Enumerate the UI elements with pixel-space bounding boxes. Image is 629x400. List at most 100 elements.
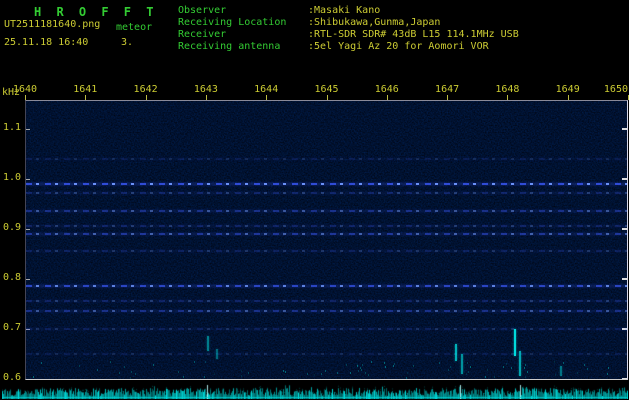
info-label: Receiver: [178, 29, 227, 40]
time-tick-label: 1643: [193, 84, 218, 95]
noise-dot: [467, 371, 469, 374]
noise-dot: [357, 364, 359, 367]
noise-dot: [109, 361, 111, 364]
noise-dot: [40, 361, 42, 364]
time-tick: [507, 95, 509, 100]
info-value: :Masaki Kano: [308, 5, 381, 16]
noise-dot: [524, 363, 526, 366]
noise-dot: [204, 375, 206, 378]
freq-tick-label: 1.0: [3, 171, 22, 183]
output-filename: UT2511181640.png: [4, 19, 101, 30]
time-tick-label: 1640: [12, 84, 38, 95]
freq-tick-label: 0.9: [3, 221, 22, 233]
noise-dot: [407, 371, 409, 374]
noise-dot: [204, 361, 206, 364]
info-value: :5el Yagi Az 20 for Aomori VOR: [308, 41, 489, 52]
time-tick-label: 1645: [314, 84, 339, 95]
noise-dot: [505, 363, 507, 366]
carrier-line: [26, 191, 627, 194]
meteor-echo: [455, 343, 458, 361]
time-tick-label: 1649: [555, 84, 580, 95]
noise-dot: [438, 362, 440, 365]
freq-tick-right: [622, 277, 627, 280]
noise-dot: [587, 368, 589, 371]
noise-dot: [494, 375, 496, 378]
noise-dot: [503, 365, 505, 368]
time-tick: [326, 95, 328, 100]
noise-dot: [130, 376, 132, 379]
noise-dot: [119, 372, 121, 375]
noise-dot: [240, 374, 242, 377]
meteor-echo: [519, 351, 522, 376]
meteor-echo: [206, 336, 209, 351]
noise-dot: [96, 368, 98, 371]
info-label: Receiving antenna: [178, 41, 281, 52]
freq-tick-left: [26, 128, 30, 130]
time-tick-label: 1650: [603, 84, 628, 95]
noise-dot: [247, 372, 249, 375]
noise-dot: [134, 372, 136, 375]
noise-dot: [349, 372, 351, 375]
time-tick-label: 1644: [254, 84, 279, 95]
noise-dot: [485, 375, 487, 378]
time-tick-label: 1641: [73, 84, 98, 95]
noise-dot: [285, 371, 287, 374]
info-value: :RTL-SDR SDR# 43dB L15 114.1MHz USB: [308, 29, 519, 40]
carrier-line: [26, 250, 627, 252]
freq-tick-left: [26, 178, 30, 180]
signal-level-strip: [2, 384, 628, 399]
time-tick: [447, 95, 449, 100]
meteor-echo: [514, 328, 517, 356]
noise-dot: [524, 366, 526, 369]
carrier-line: [26, 182, 627, 185]
freq-tick-label: 0.8: [3, 271, 22, 283]
noise-dot: [563, 361, 565, 364]
noise-dot: [345, 364, 347, 367]
info-row: Receiving antenna :5el Yagi Az 20 for Aom…: [178, 41, 519, 53]
noise-dot: [608, 367, 610, 369]
noise-dot: [358, 370, 360, 373]
noise-dot: [467, 361, 469, 364]
meteor-echo: [215, 348, 218, 359]
datetime-label: 25.11.18 16:40: [4, 37, 89, 48]
noise-dot: [525, 376, 527, 379]
info-row: Observer:Masaki Kano: [178, 5, 519, 17]
time-tick-label: 1646: [374, 84, 399, 95]
freq-tick-label: 1.1: [3, 121, 22, 133]
carrier-line: [26, 300, 627, 302]
signal-level-trace: [2, 384, 628, 399]
mode-label: meteor: [116, 22, 153, 33]
carrier-line: [26, 327, 627, 330]
noise-dot: [447, 368, 449, 371]
station-info: Observer:Masaki Kano Receiving Location:S…: [178, 5, 519, 53]
noise-dot: [466, 372, 468, 375]
carrier-line: [26, 225, 627, 227]
freq-tick-left: [26, 228, 30, 230]
freq-tick-label: 0.7: [3, 321, 22, 333]
spectrogram: [25, 100, 628, 380]
noise-dot: [182, 375, 184, 378]
time-tick: [85, 95, 87, 100]
noise-dot: [283, 369, 285, 372]
noise-dot: [384, 361, 386, 364]
freq-tick-left: [26, 278, 30, 280]
carrier-line: [26, 210, 627, 212]
carrier-line: [26, 285, 627, 287]
segment-counter: 3.: [121, 37, 134, 48]
noise-dot: [486, 368, 488, 371]
time-tick-label: 1647: [435, 84, 460, 95]
freq-tick-right: [622, 177, 627, 180]
time-tick: [266, 95, 268, 100]
time-tick: [386, 95, 388, 100]
noise-dot: [307, 373, 309, 376]
freq-tick-right: [622, 127, 627, 130]
noise-dot: [360, 369, 362, 372]
carrier-line: [26, 157, 627, 160]
hrofft-window: H R O F F T UT2511181640.png meteor 25.1…: [0, 0, 629, 400]
time-tick: [25, 95, 26, 100]
time-tick-label: 1648: [495, 84, 520, 95]
noise-dot: [241, 370, 243, 373]
noise-dot: [153, 363, 155, 366]
noise-dot: [584, 364, 586, 367]
noise-dot: [576, 371, 578, 374]
